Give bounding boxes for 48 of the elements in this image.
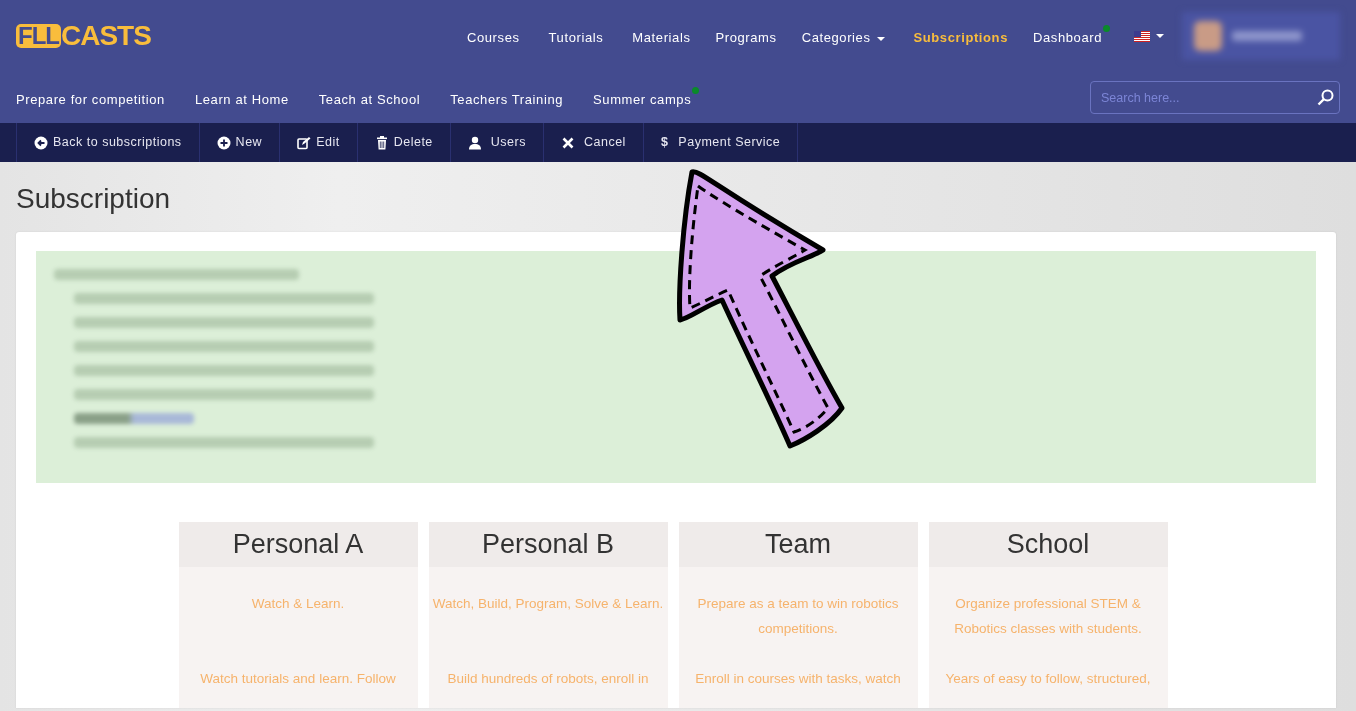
nav-link[interactable]: Teach at School	[318, 85, 421, 110]
trash-icon	[374, 135, 389, 150]
plus-icon	[216, 135, 231, 150]
nav-link[interactable]: Summer camps	[593, 85, 700, 110]
toolbar-button[interactable]: Back to subscriptions	[16, 123, 199, 162]
plan-title: School	[928, 522, 1168, 567]
plan-title: Personal A	[178, 522, 418, 567]
plan-description: Years of easy to follow, structured,	[944, 670, 1152, 688]
nav-link[interactable]: Dashboard	[1033, 24, 1110, 48]
nav-link[interactable]: Prepare for competition	[16, 85, 165, 110]
toolbar-button[interactable]: Cancel	[542, 123, 643, 162]
plan-description: Build hundreds of robots, enroll in	[446, 670, 650, 688]
nav-link[interactable]: Courses	[466, 24, 520, 48]
avatar-placeholder	[1194, 21, 1222, 51]
close-icon	[560, 135, 575, 150]
nav-link[interactable]: Materials	[632, 24, 691, 48]
user-icon	[467, 135, 482, 150]
search-field[interactable]: Search here...	[1090, 81, 1340, 114]
plan-tagline: Watch, Build, Program, Solve & Learn.	[431, 595, 665, 613]
plan-tagline: Prepare as a team to win robotics competitions.	[696, 595, 900, 638]
plan-tagline: Organize professional STEM & Robotics classes with students.	[953, 595, 1143, 638]
nav-link[interactable]: Subscriptions	[913, 24, 1008, 48]
nav-link[interactable]: Categories	[801, 24, 885, 48]
language-menu[interactable]	[1134, 30, 1164, 42]
plan-description: Enroll in courses with tasks, watch	[694, 670, 902, 688]
plan-title: Personal B	[428, 522, 668, 567]
logo[interactable]: FLLCASTS	[16, 24, 151, 48]
nav-link[interactable]: Programs	[715, 24, 777, 48]
redacted-name	[1232, 31, 1302, 41]
search-icon[interactable]	[1317, 89, 1334, 106]
plan-description: Watch tutorials and learn. Follow	[199, 670, 397, 688]
plan-title: Team	[678, 522, 918, 567]
toolbar-button[interactable]: Edit	[279, 123, 357, 162]
page-title: Subscription	[16, 182, 172, 216]
notification-dot	[692, 86, 700, 94]
nav-link[interactable]: Learn at Home	[194, 85, 289, 110]
nav-link[interactable]: Tutorials	[548, 24, 604, 48]
nav-link[interactable]: Teachers Training	[450, 85, 564, 110]
toolbar-button[interactable]: New	[198, 123, 280, 162]
user-menu[interactable]	[1182, 12, 1340, 60]
toolbar-button[interactable]: Delete	[356, 123, 450, 162]
plan-tagline: Watch & Learn.	[250, 595, 346, 613]
edit-icon	[297, 135, 312, 150]
notification-dot	[1103, 25, 1110, 33]
toolbar-button[interactable]: Users	[449, 123, 543, 162]
dollar-icon: $	[660, 133, 669, 152]
toolbar-button[interactable]: $ Payment Service	[642, 123, 799, 162]
us-flag-icon	[1134, 30, 1150, 42]
